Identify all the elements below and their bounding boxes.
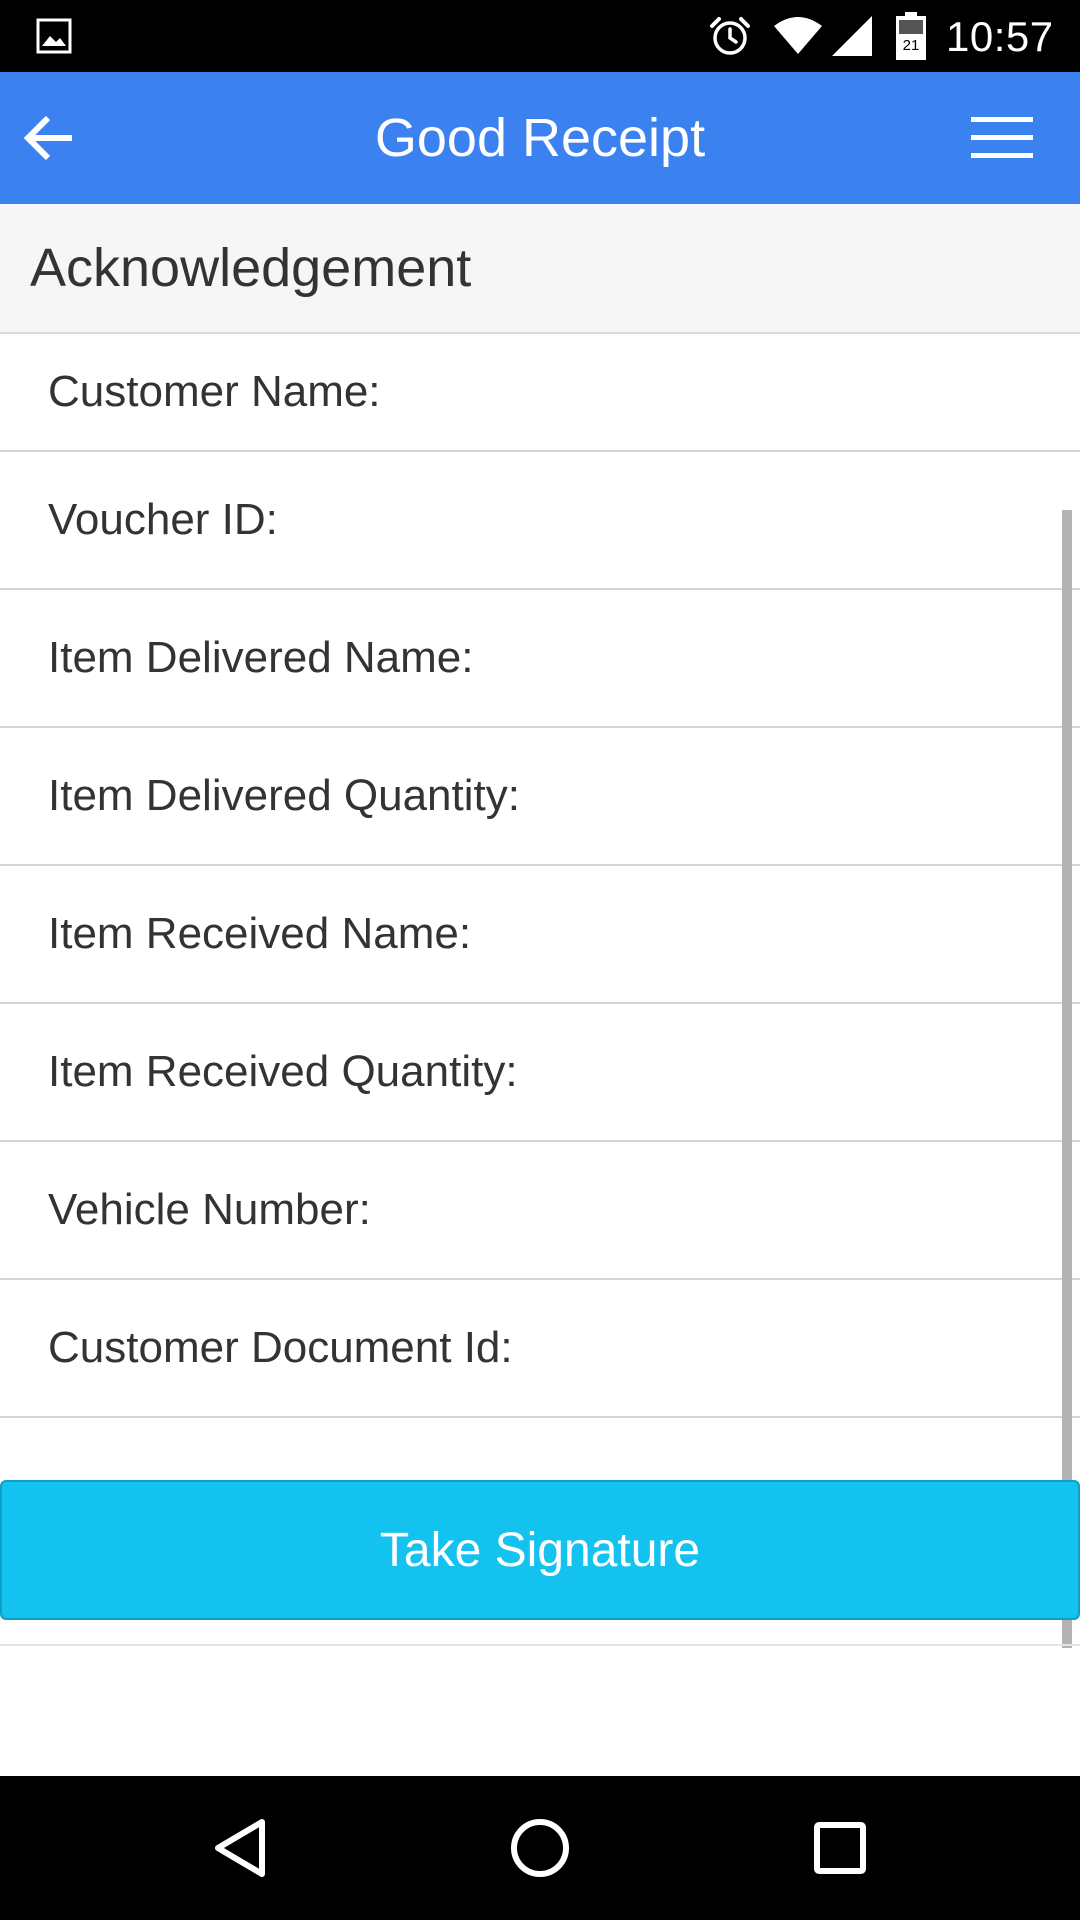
field-row-item-received-name: Item Received Name: bbox=[0, 866, 1080, 1004]
recents-square-icon bbox=[814, 1822, 866, 1874]
field-row-voucher-id: Voucher ID: bbox=[0, 452, 1080, 590]
alarm-icon bbox=[710, 17, 750, 55]
page-title: Good Receipt bbox=[374, 108, 706, 168]
cell-signal-icon bbox=[832, 16, 872, 56]
field-label: Item Delivered Name: bbox=[48, 633, 474, 682]
home-circle-icon bbox=[511, 1819, 569, 1877]
nav-bar bbox=[0, 1776, 1080, 1920]
field-label: Customer Document Id: bbox=[48, 1323, 513, 1372]
battery-level-text: 21 bbox=[903, 37, 920, 54]
field-row-customer-document-id: Customer Document Id: bbox=[0, 1280, 1080, 1418]
field-label: Customer Name: bbox=[48, 367, 381, 416]
status-time: 10:57 bbox=[946, 13, 1054, 60]
nav-recents-button[interactable] bbox=[790, 1798, 890, 1898]
wifi-icon bbox=[774, 17, 822, 54]
field-label: Item Received Name: bbox=[48, 909, 472, 958]
battery-icon: 21 bbox=[896, 12, 926, 60]
field-row-item-delivered-quantity: Item Delivered Quantity: bbox=[0, 728, 1080, 866]
nav-back-button[interactable] bbox=[190, 1798, 290, 1898]
status-bar: 21 10:57 bbox=[0, 0, 1080, 72]
menu-button[interactable] bbox=[964, 102, 1040, 174]
section-title: Acknowledgement bbox=[30, 238, 472, 298]
field-row-customer-name: Customer Name: bbox=[0, 334, 1080, 452]
field-label: Voucher ID: bbox=[48, 495, 278, 544]
take-signature-button[interactable]: Take Signature bbox=[0, 1480, 1080, 1620]
scrollbar[interactable] bbox=[1062, 510, 1072, 1648]
screen: 21 10:57 Good Receipt Acknowledgement Cu… bbox=[0, 0, 1080, 1920]
nav-home-button[interactable] bbox=[490, 1798, 590, 1898]
field-label: Item Delivered Quantity: bbox=[48, 771, 520, 820]
gallery-icon bbox=[36, 18, 72, 54]
field-row-vehicle-number: Vehicle Number: bbox=[0, 1142, 1080, 1280]
field-label: Item Received Quantity: bbox=[48, 1047, 518, 1096]
section-header: Acknowledgement bbox=[0, 204, 1080, 334]
back-triangle-icon bbox=[215, 1819, 265, 1877]
hamburger-menu-icon bbox=[971, 117, 1033, 158]
field-row-item-delivered-name: Item Delivered Name: bbox=[0, 590, 1080, 728]
field-row-item-received-quantity: Item Received Quantity: bbox=[0, 1004, 1080, 1142]
divider bbox=[0, 1644, 1080, 1646]
app-bar: Good Receipt bbox=[0, 72, 1080, 204]
field-label: Vehicle Number: bbox=[48, 1185, 371, 1234]
